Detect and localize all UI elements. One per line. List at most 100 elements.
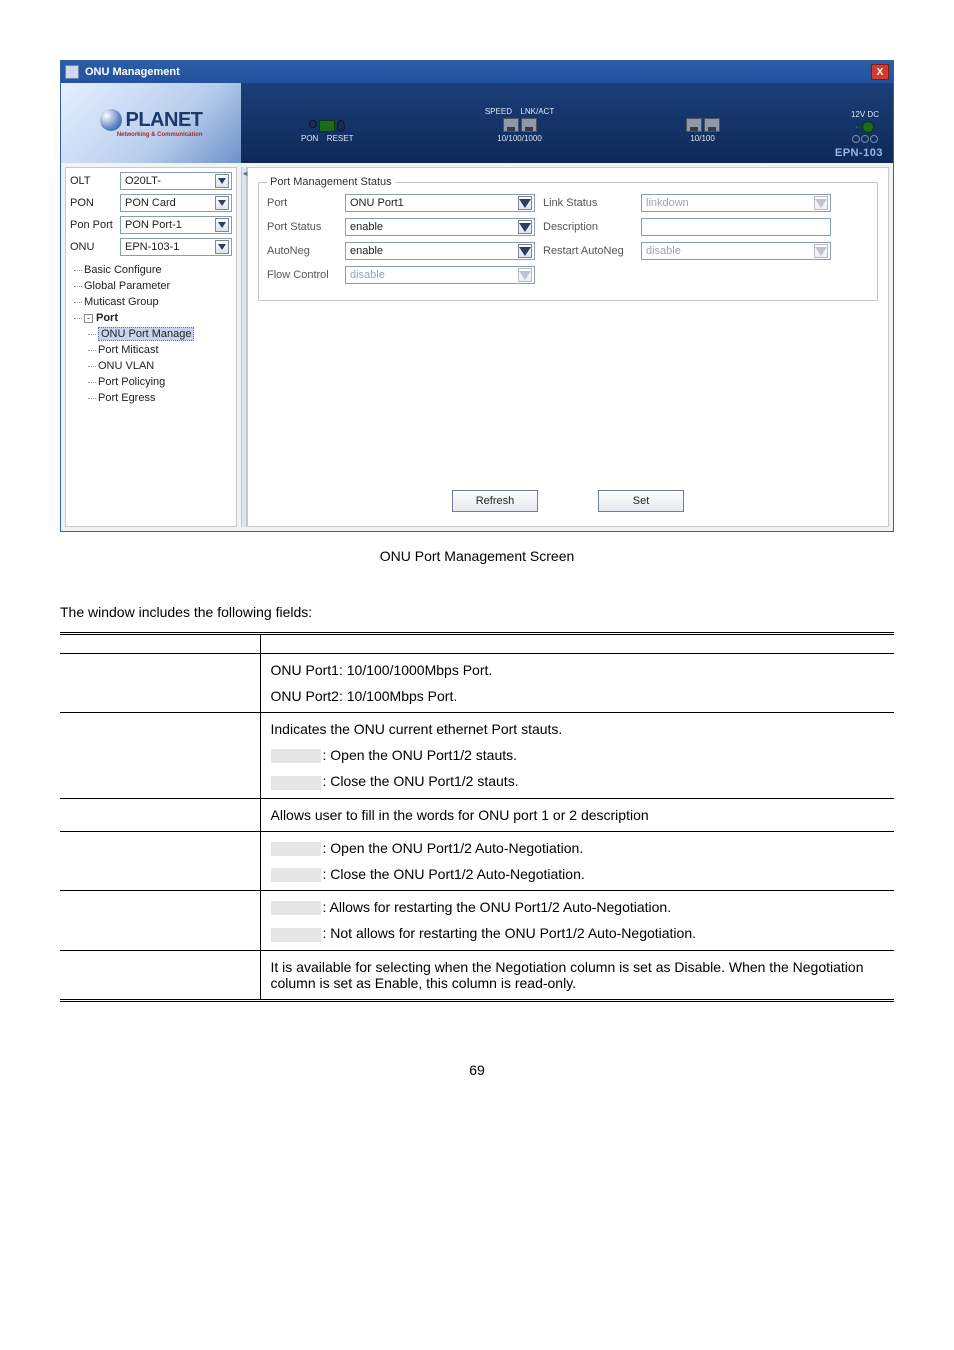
chevron-down-icon — [215, 218, 229, 232]
reset-label: RESET — [327, 134, 354, 143]
option-placeholder-box — [271, 901, 321, 915]
linkstatus-label: Link Status — [543, 197, 633, 209]
chevron-down-icon — [518, 220, 532, 234]
table-cell-object — [60, 891, 260, 951]
option-placeholder-box — [271, 928, 321, 942]
table-cell-description: ONU Port1: 10/100/1000Mbps Port. ONU Port… — [260, 654, 894, 713]
table-header-object — [60, 634, 260, 654]
splitter-handle[interactable] — [241, 167, 247, 527]
chevron-down-icon — [814, 244, 828, 258]
tree-item-global[interactable]: Global Parameter — [84, 278, 232, 294]
table-cell-description: Allows user to fill in the words for ONU… — [260, 798, 894, 831]
tree-item-port-egress[interactable]: Port Egress — [98, 390, 232, 406]
brand-tagline: Networking & Communication — [100, 132, 203, 138]
set-button[interactable]: Set — [598, 490, 684, 512]
description-text: ONU Port2: 10/100Mbps Port. — [271, 688, 458, 704]
lnkact-label: LNK/ACT — [520, 107, 554, 116]
description-text: ONU Port1: 10/100/1000Mbps Port. — [271, 662, 493, 678]
autoneg-value: enable — [350, 245, 383, 257]
table-cell-object — [60, 950, 260, 1000]
option-placeholder-box — [271, 842, 321, 856]
table-cell-object — [60, 654, 260, 713]
port1-speed-label: 10/100/1000 — [497, 134, 542, 143]
description-label: Description — [543, 221, 633, 233]
tree-item-muticast[interactable]: Muticast Group — [84, 294, 232, 310]
tree-item-port[interactable]: -Port ONU Port Manage Port Miticast ONU … — [84, 310, 232, 406]
device-model: EPN-103 — [835, 147, 883, 159]
tree-item-onu-port-manage[interactable]: ONU Port Manage — [98, 326, 232, 342]
option-placeholder-box — [271, 868, 321, 882]
table-cell-object — [60, 831, 260, 891]
flowcontrol-value: disable — [350, 269, 385, 281]
table-cell-object — [60, 798, 260, 831]
window-close-button[interactable]: X — [871, 64, 889, 80]
device-banner: PLANET Networking & Communication PON RE… — [61, 83, 893, 163]
linkstatus-field: linkdown — [641, 194, 831, 212]
table-cell-description: Indicates the ONU current ethernet Port … — [260, 713, 894, 799]
rj45-port-icon — [521, 118, 537, 132]
window-title: ONU Management — [85, 66, 871, 78]
table-row: Indicates the ONU current ethernet Port … — [60, 713, 894, 799]
tree-item-port-miticast[interactable]: Port Miticast — [98, 342, 232, 358]
description-text: : Close the ONU Port1/2 Auto-Negotiation… — [323, 866, 585, 882]
portstatus-value: enable — [350, 221, 383, 233]
onu-select[interactable]: EPN-103-1 — [120, 238, 232, 256]
table-row: : Allows for restarting the ONU Port1/2 … — [60, 891, 894, 951]
chevron-down-icon — [215, 174, 229, 188]
intro-text: The window includes the following fields… — [60, 604, 894, 620]
group-legend: Port Management Status — [267, 176, 395, 188]
dc-label: 12V DC — [851, 110, 879, 119]
page-number: 69 — [60, 1062, 894, 1078]
ponport-label: Pon Port — [70, 219, 116, 231]
table-row: : Open the ONU Port1/2 Auto-Negotiation.… — [60, 831, 894, 891]
port2-speed-label: 10/100 — [690, 134, 714, 143]
description-text: : Allows for restarting the ONU Port1/2 … — [323, 899, 672, 915]
onu-select-value: EPN-103-1 — [125, 241, 179, 253]
description-text: : Close the ONU Port1/2 stauts. — [323, 773, 519, 789]
port-select-value: ONU Port1 — [350, 197, 404, 209]
port-label: Port — [267, 197, 337, 209]
globe-icon — [100, 109, 122, 131]
chevron-down-icon — [518, 196, 532, 210]
olt-select[interactable]: O20LT- — [120, 172, 232, 190]
pon-select-value: PON Card — [125, 197, 176, 209]
pon-select[interactable]: PON Card — [120, 194, 232, 212]
autoneg-select[interactable]: enable — [345, 242, 535, 260]
table-cell-description: : Allows for restarting the ONU Port1/2 … — [260, 891, 894, 951]
onu-management-window: ONU Management X PLANET Networking & Com… — [60, 60, 894, 532]
olt-select-value: O20LT- — [125, 175, 161, 187]
rj45-port-icon — [704, 118, 720, 132]
table-cell-object — [60, 713, 260, 799]
tree-item-port-policying[interactable]: Port Policying — [98, 374, 232, 390]
main-panel: Port Management Status Port ONU Port1 Li… — [247, 167, 889, 527]
description-input[interactable] — [641, 218, 831, 236]
restart-autoneg-field: disable — [641, 242, 831, 260]
tree-item-onu-vlan[interactable]: ONU VLAN — [98, 358, 232, 374]
ponport-select[interactable]: PON Port-1 — [120, 216, 232, 234]
restart-autoneg-value: disable — [646, 245, 681, 257]
portstatus-select[interactable]: enable — [345, 218, 535, 236]
chevron-down-icon — [518, 268, 532, 282]
nav-tree: Basic Configure Global Parameter Muticas… — [70, 262, 232, 406]
device-front-panel: PON RESET SPEED LNK/ACT 10/100/1000 10/1… — [241, 101, 893, 145]
sidebar: OLT O20LT- PON PON Card Pon Port — [65, 167, 237, 527]
tree-item-basic[interactable]: Basic Configure — [84, 262, 232, 278]
dc-jack-icon — [862, 121, 874, 133]
description-text: Indicates the ONU current ethernet Port … — [271, 721, 563, 737]
description-text: : Not allows for restarting the ONU Port… — [323, 925, 697, 941]
refresh-button[interactable]: Refresh — [452, 490, 538, 512]
chevron-down-icon — [215, 196, 229, 210]
description-text: Allows user to fill in the words for ONU… — [271, 807, 649, 823]
port-select[interactable]: ONU Port1 — [345, 194, 535, 212]
brand-logo: PLANET Networking & Communication — [61, 83, 241, 163]
flowcontrol-field: disable — [345, 266, 535, 284]
description-text: It is available for selecting when the N… — [271, 959, 864, 991]
rj45-port-icon — [503, 118, 519, 132]
ponport-select-value: PON Port-1 — [125, 219, 182, 231]
linkstatus-value: linkdown — [646, 197, 689, 209]
restart-autoneg-label: Restart AutoNeg — [543, 245, 633, 257]
autoneg-label: AutoNeg — [267, 245, 337, 257]
pon-label: PON — [70, 197, 116, 209]
collapse-icon[interactable]: - — [84, 314, 93, 323]
table-row: It is available for selecting when the N… — [60, 950, 894, 1000]
